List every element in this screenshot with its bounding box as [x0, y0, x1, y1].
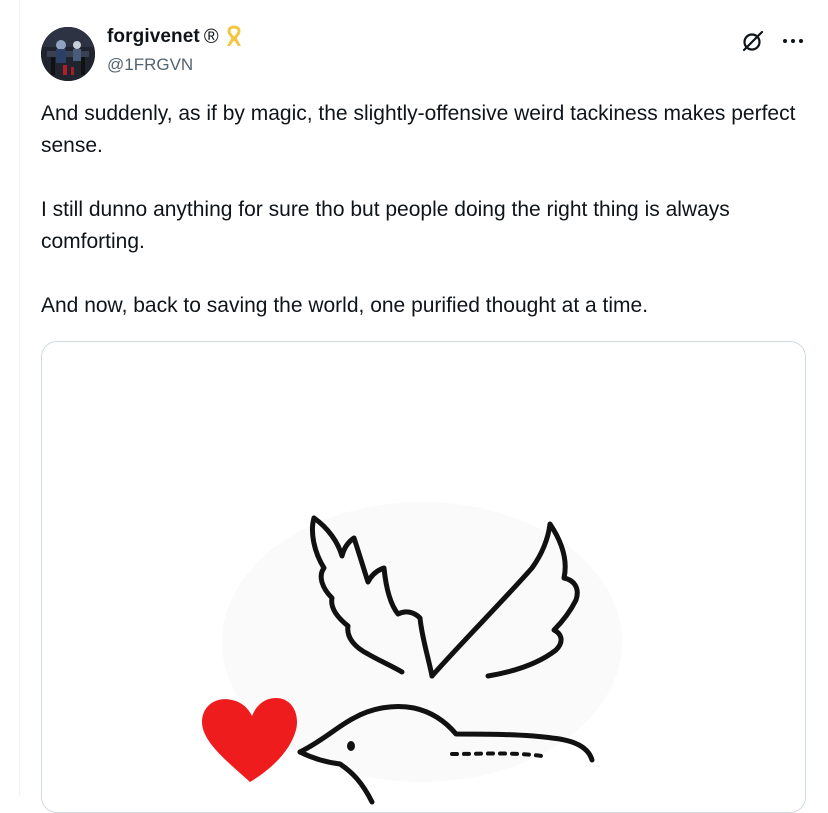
- tweet-paragraph: I still dunno anything for sure tho but …: [41, 198, 730, 253]
- ribbon-icon: [225, 25, 243, 49]
- dove-with-heart-image: [42, 342, 805, 812]
- author-name-row[interactable]: forgivenet ®: [107, 24, 243, 50]
- more-icon[interactable]: [780, 28, 806, 54]
- author-display-name[interactable]: forgivenet: [107, 26, 200, 48]
- grok-icon[interactable]: [740, 28, 766, 54]
- registered-mark: ®: [203, 25, 219, 48]
- tweet-paragraph: And now, back to saving the world, one p…: [41, 294, 649, 317]
- tweet-media[interactable]: [41, 341, 806, 813]
- avatar[interactable]: [41, 27, 95, 81]
- tweet-actions: [740, 28, 806, 54]
- author-handle[interactable]: @1FRGVN: [107, 55, 193, 75]
- tweet-paragraph: And suddenly, as if by magic, the slight…: [41, 102, 796, 157]
- tweet-text: And suddenly, as if by magic, the slight…: [41, 98, 801, 322]
- timeline-border: [19, 0, 20, 796]
